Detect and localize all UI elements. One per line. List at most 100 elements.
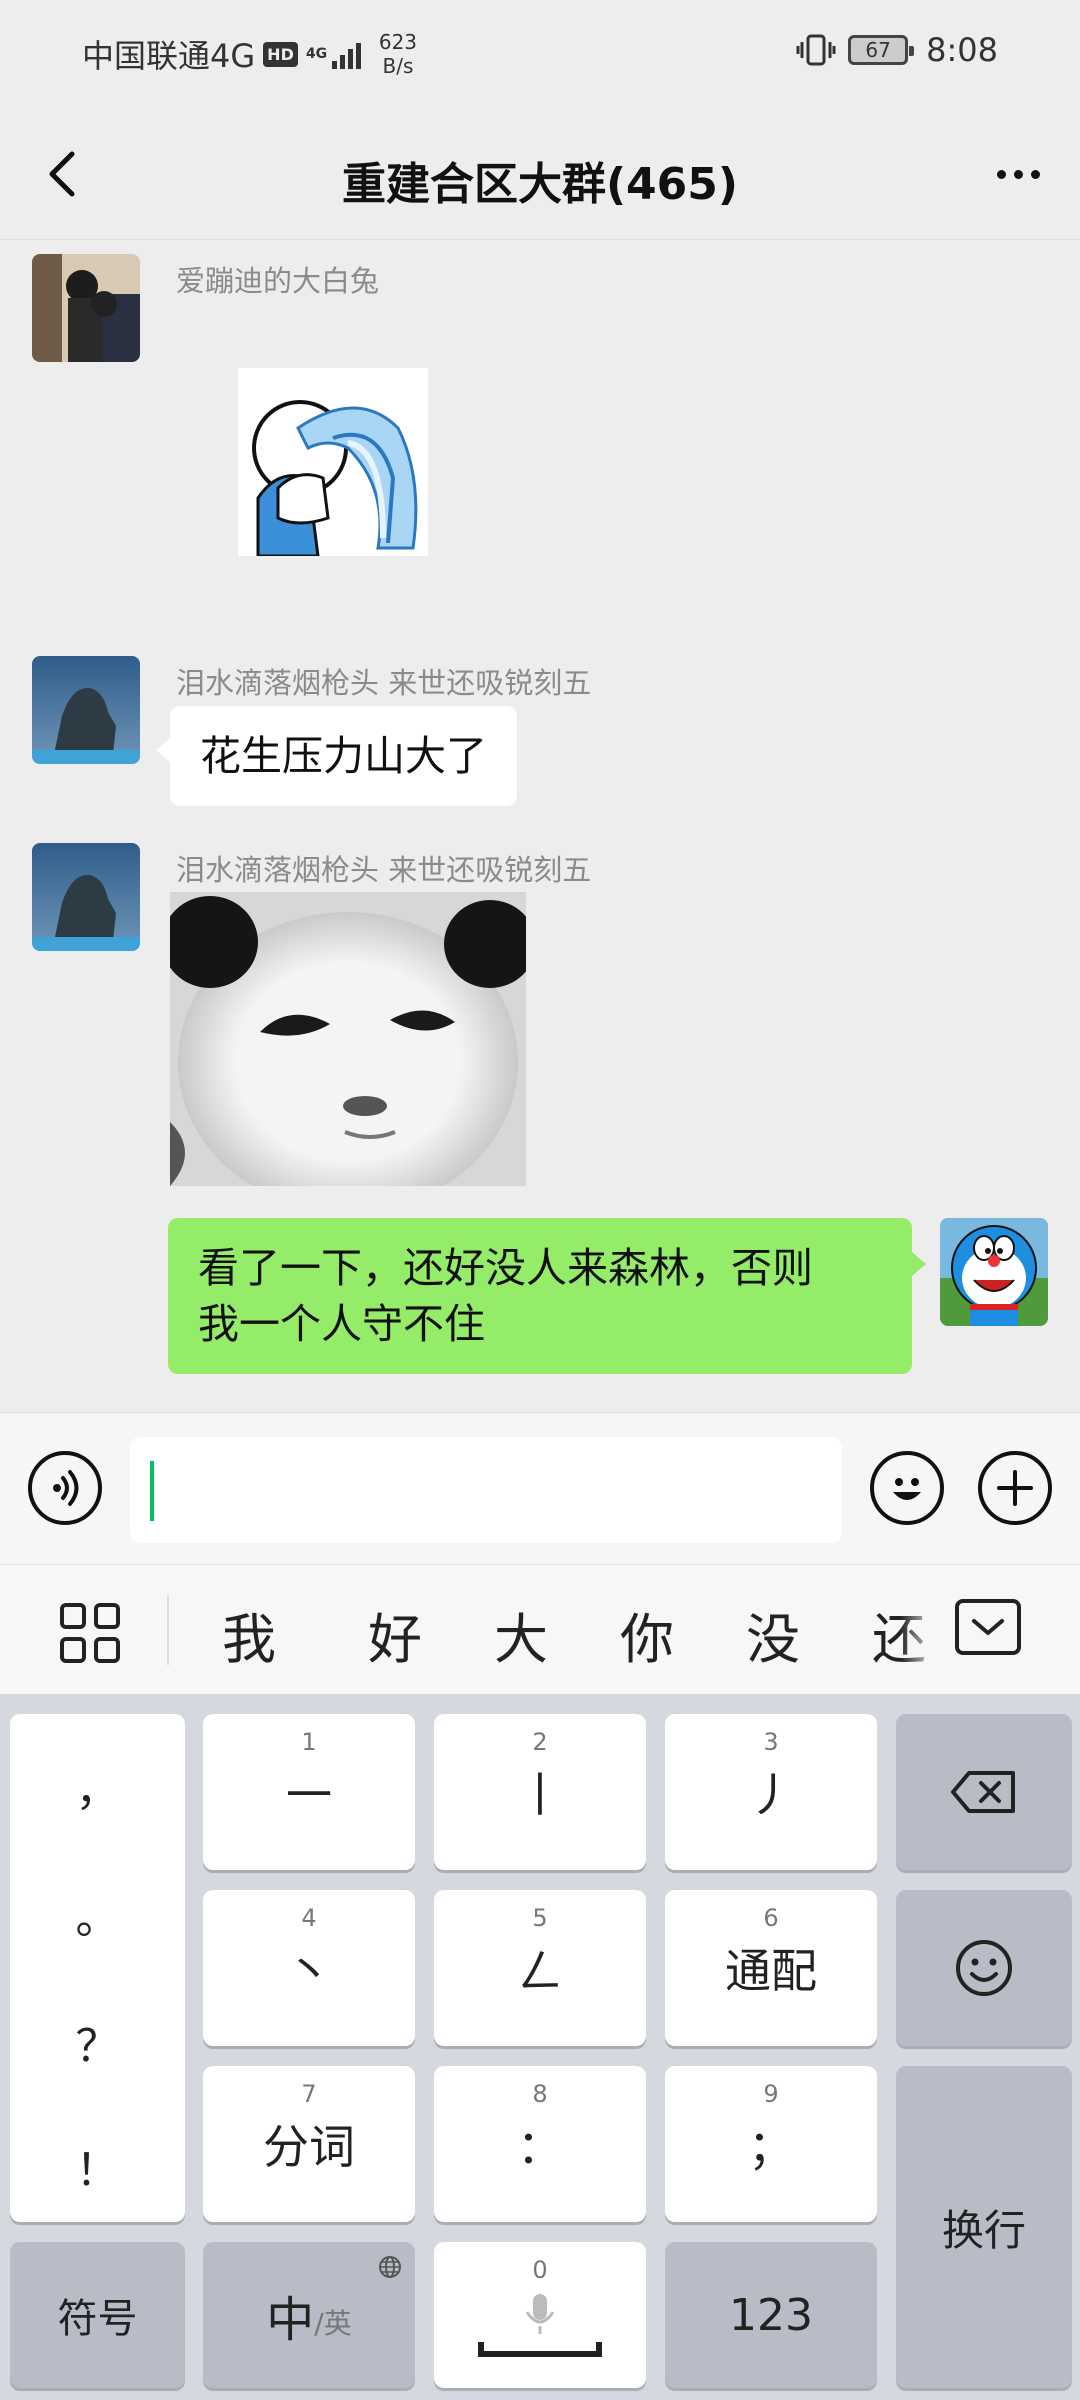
avatar-photo [32, 254, 140, 362]
punctuation-column[interactable]: ， 。 ？ ！ [10, 1714, 185, 2222]
candidate-word[interactable]: 好 [368, 1595, 422, 1674]
backspace-key[interactable] [896, 1714, 1072, 1870]
panda-meme-graphic [162, 892, 536, 1212]
page-title: 重建合区大群(465) [341, 159, 739, 210]
key-number: 2 [532, 1728, 548, 1756]
dot-icon [1030, 169, 1040, 179]
my-avatar[interactable] [940, 1218, 1048, 1326]
punct-key-exclaim[interactable]: ！ [10, 2134, 185, 2198]
key-label: 丶 [286, 1944, 332, 1998]
semicolon-key[interactable]: 9 ； [665, 2066, 877, 2222]
key-label: ： [517, 2120, 563, 2174]
sticker-graphic [238, 368, 428, 558]
message-text: 花生压力山大了 [200, 732, 487, 780]
colon-key[interactable]: 8 ： [434, 2066, 646, 2222]
punct-key-question[interactable]: ？ [10, 2010, 185, 2074]
key-sublabel: /英 [314, 2307, 352, 2340]
segment-key[interactable]: 7 分词 [203, 2066, 415, 2222]
candidate-fade [900, 1565, 940, 1694]
avatar-photo [32, 843, 140, 951]
key-label: 换行 [941, 2205, 1026, 2255]
stroke-key-3[interactable]: 3 丿 [665, 1714, 877, 1870]
key-number: 9 [763, 2080, 779, 2108]
message-text-line: 看了一下，还好没人来森林，否则 [198, 1244, 813, 1292]
key-label: ； [748, 2120, 794, 2174]
message-bubble[interactable]: 花生压力山大了 [156, 706, 517, 806]
stroke-key-2[interactable]: 2 丨 [434, 1714, 646, 1870]
doraemon-avatar-graphic [940, 1218, 1048, 1326]
key-label: 符号 [57, 2296, 138, 2342]
smiley-icon [893, 1478, 921, 1500]
key-label: 中 [266, 2292, 315, 2348]
key-label: 丿 [748, 1768, 794, 1822]
key-number: 7 [301, 2080, 317, 2108]
battery-level: 67 [865, 38, 891, 62]
language-switch-key[interactable]: 中 /英 [203, 2242, 415, 2388]
status-right: 67 8:08 [796, 30, 998, 70]
backspace-icon [951, 1771, 1015, 1813]
message-text-line: 我一个人守不住 [198, 1300, 485, 1348]
emoji-button[interactable] [870, 1451, 944, 1525]
key-number: 1 [301, 1728, 317, 1756]
smiley-icon [956, 1940, 1012, 1996]
more-options-button[interactable] [986, 142, 1050, 206]
carrier-label: 中国联通4G [82, 37, 256, 75]
punct-key-comma[interactable]: ， [10, 1754, 185, 1818]
vibrate-icon [796, 34, 836, 66]
sticker-image[interactable] [238, 368, 428, 558]
battery-icon: 67 [848, 35, 915, 65]
globe-icon [379, 2256, 401, 2278]
message-bubble-self[interactable]: 看了一下，还好没人来森林，否则 我一个人守不住 [168, 1218, 926, 1374]
key-label: 通配 [725, 1944, 817, 1998]
chevron-down-icon [972, 1619, 1004, 1635]
voice-input-button[interactable] [28, 1451, 102, 1525]
keyboard: ， 。 ？ ！ 1 一 2 丨 3 丿 4 丶 5 ㄥ 6 通配 7 分词 8 … [0, 1694, 1080, 2400]
avatar-photo [32, 656, 140, 764]
numbers-key[interactable]: 123 [665, 2242, 877, 2388]
network-speed-value: 623 [378, 30, 418, 54]
clock: 8:08 [926, 31, 998, 69]
text-cursor [150, 1461, 154, 1521]
status-left: 中国联通4G HD 4G 623 B/s [82, 30, 417, 78]
wildcard-key[interactable]: 6 通配 [665, 1890, 877, 2046]
dot-icon [996, 169, 1006, 179]
key-number: 0 [532, 2256, 548, 2284]
message-input[interactable] [130, 1437, 842, 1543]
sender-name: 泪水滴落烟枪头 来世还吸锐刻五 [176, 666, 592, 700]
mic-space-icon [478, 2294, 602, 2357]
stroke-key-4[interactable]: 4 丶 [203, 1890, 415, 2046]
key-label: 丨 [517, 1768, 563, 1822]
candidate-word[interactable]: 大 [494, 1595, 548, 1674]
key-label: ㄥ [517, 1944, 563, 1998]
sticker-image[interactable] [162, 892, 536, 1212]
emoji-key[interactable] [896, 1890, 1072, 2046]
divider [167, 1595, 169, 1665]
network-type-label: 4G [305, 45, 328, 62]
space-voice-key[interactable]: 0 [434, 2242, 646, 2388]
key-label: 123 [729, 2289, 813, 2341]
network-speed-unit: B/s [382, 54, 414, 78]
key-label: 一 [286, 1768, 332, 1822]
symbols-key[interactable]: 符号 [10, 2242, 185, 2388]
avatar[interactable] [32, 254, 140, 362]
collapse-keyboard-button[interactable] [955, 1599, 1021, 1655]
candidate-word[interactable]: 你 [620, 1595, 674, 1674]
hd-badge: HD [263, 41, 298, 67]
enter-key[interactable]: 换行 [896, 2066, 1072, 2388]
voice-icon [53, 1470, 79, 1506]
candidate-word[interactable]: 没 [746, 1595, 800, 1674]
stroke-key-5[interactable]: 5 ㄥ [434, 1890, 646, 2046]
network-speed: 623 B/s [379, 30, 417, 78]
avatar[interactable] [32, 656, 140, 764]
more-functions-button[interactable] [978, 1451, 1052, 1525]
key-number: 6 [763, 1904, 779, 1932]
key-number: 3 [763, 1728, 779, 1756]
menu-grid-icon[interactable] [60, 1603, 120, 1663]
punct-key-period[interactable]: 。 [10, 1882, 185, 1946]
key-number: 4 [301, 1904, 317, 1932]
stroke-key-1[interactable]: 1 一 [203, 1714, 415, 1870]
key-number: 8 [532, 2080, 548, 2108]
candidate-word[interactable]: 我 [222, 1595, 276, 1674]
avatar[interactable] [32, 843, 140, 951]
signal-icon [331, 39, 361, 69]
